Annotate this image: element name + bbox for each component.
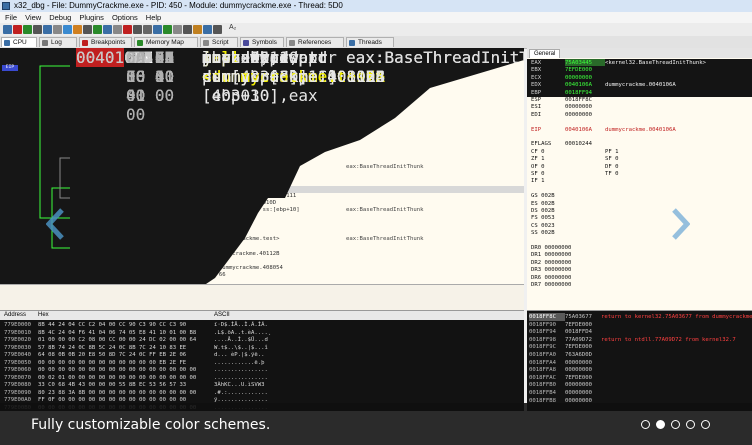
toolbar-button-icon[interactable] xyxy=(173,25,182,34)
toolbar-button-icon[interactable] xyxy=(133,25,142,34)
tab-icon xyxy=(349,40,355,46)
slide-dot[interactable] xyxy=(701,420,710,429)
registers-panel: General EAX 75A03445 <kernel32.BaseThreadI… xyxy=(527,48,752,411)
toolbar-button-icon[interactable] xyxy=(23,25,32,34)
register-note: <kernel32.BaseThreadInitThunk> xyxy=(605,60,707,66)
register-row[interactable]: DR7 00000000 xyxy=(531,281,605,289)
app-icon xyxy=(2,2,10,10)
toolbar-button-icon[interactable] xyxy=(93,25,102,34)
slide-dot[interactable] xyxy=(656,420,665,429)
tab-breakpoints[interactable]: Breakpoints xyxy=(79,37,132,47)
toolbar-button-icon[interactable] xyxy=(193,25,202,34)
toolbar-button-icon[interactable] xyxy=(13,25,22,34)
register-note: TF 0 xyxy=(605,171,619,177)
menu-options[interactable]: Options xyxy=(112,13,138,22)
register-name: DR7 00000000 xyxy=(531,282,572,288)
tab-label: Threads xyxy=(358,39,382,46)
toolbar-button-icon[interactable] xyxy=(163,25,172,34)
disasm-comment: eax:BaseThreadInitThunk xyxy=(346,48,568,67)
tab-symbols[interactable]: Symbols xyxy=(240,37,284,47)
toolbar-button-icon[interactable] xyxy=(83,25,92,34)
next-slide-icon[interactable] xyxy=(672,208,690,240)
toolbar-button-icon[interactable] xyxy=(33,25,42,34)
tab-icon xyxy=(203,40,209,46)
dump-header-hex: Hex xyxy=(38,312,49,318)
register-note: dummycrackme.0040106A xyxy=(605,126,676,133)
toolbar-button-icon[interactable] xyxy=(213,25,222,34)
toolbar-button-icon[interactable] xyxy=(43,25,52,34)
caption-bar: Fully customizable color schemes. xyxy=(0,403,752,445)
register-note: SF 0 xyxy=(605,156,619,163)
disasm-instruction: push 66 xyxy=(202,48,270,67)
dump-header-address: Address xyxy=(4,312,27,318)
menu-view[interactable]: View xyxy=(25,13,41,22)
tab-label: Log xyxy=(51,39,62,46)
window-title: x32_dbg - File: DummyCrackme.exe - PID: … xyxy=(14,1,343,10)
tab-icon xyxy=(289,40,295,46)
toolbar-button-icon[interactable] xyxy=(203,25,212,34)
toolbar-button-icon[interactable] xyxy=(143,25,152,34)
toolbar-button-icon[interactable] xyxy=(63,25,72,34)
tab-script[interactable]: Script xyxy=(200,37,238,47)
toolbar-button-icon[interactable] xyxy=(103,25,112,34)
tab-references[interactable]: References xyxy=(286,37,344,47)
stack-comment: return to ntdll.77A09D72 from kernel32.7 xyxy=(601,336,736,343)
toolbar: A₂ xyxy=(0,23,752,37)
tab-icon xyxy=(4,40,10,46)
register-note: PF 1 xyxy=(605,148,619,155)
register-note: DF 0 xyxy=(605,163,619,170)
memory-dump-pane[interactable]: Address Hex ASCII 779E0000 8B 44 24 04 CC… xyxy=(0,310,524,411)
register-list[interactable]: EAX 75A03445 <kernel32.BaseThreadInitThunk… xyxy=(527,58,752,298)
toolbar-button-icon[interactable] xyxy=(3,25,12,34)
menu-plugins[interactable]: Plugins xyxy=(79,13,104,22)
menu-bar: File View Debug Plugins Options Help xyxy=(0,12,752,23)
tab-log[interactable]: Log xyxy=(39,37,77,47)
register-note: dummycrackme.0040106A xyxy=(605,82,676,89)
tab-icon xyxy=(42,40,48,46)
dump-header-ascii: ASCII xyxy=(214,312,230,318)
slide-dot[interactable] xyxy=(671,420,680,429)
tab-label: Breakpoints xyxy=(91,39,126,46)
info-bar xyxy=(0,284,524,311)
tab-label: CPU xyxy=(13,39,27,46)
slide-caption: Fully customizable color schemes. xyxy=(31,417,271,433)
tab-memory-map[interactable]: Memory Map xyxy=(134,37,198,47)
tab-label: References xyxy=(298,39,332,46)
menu-file[interactable]: File xyxy=(5,13,17,22)
stack-pane[interactable]: 0018FF8C 75A03677 return to kernel32.75A03… xyxy=(527,310,752,411)
stack-comment: return to kernel32.75A03677 from dummycr… xyxy=(601,314,752,320)
toolbar-button-icon[interactable] xyxy=(183,25,192,34)
menu-debug[interactable]: Debug xyxy=(49,13,71,22)
menu-help[interactable]: Help xyxy=(146,13,161,22)
toolbar-button-icon[interactable] xyxy=(53,25,62,34)
disasm-address: 004010D5 xyxy=(76,48,154,67)
slide-dot[interactable] xyxy=(641,420,650,429)
toolbar-button-icon[interactable] xyxy=(73,25,82,34)
disasm-bytes: 6A 66 xyxy=(126,48,175,67)
tab-icon xyxy=(82,40,88,46)
debugger-window: x32_dbg - File: DummyCrackme.exe - PID: … xyxy=(0,0,752,445)
tab-label: Script xyxy=(212,39,229,46)
slide-dot[interactable] xyxy=(686,420,695,429)
tab-label: Symbols xyxy=(252,39,277,46)
eip-marker: EIP xyxy=(2,65,18,71)
toolbar-button-icon[interactable] xyxy=(153,25,162,34)
jump-arrows-gutter xyxy=(0,48,74,284)
previous-slide-icon[interactable] xyxy=(46,208,64,240)
tab-icon xyxy=(137,40,143,46)
toolbar-button-icon[interactable] xyxy=(123,25,132,34)
toolbar-font-label[interactable]: A₂ xyxy=(229,24,236,31)
tab-cpu[interactable]: CPU xyxy=(1,37,37,47)
tab-threads[interactable]: Threads xyxy=(346,37,394,47)
toolbar-button-icon[interactable] xyxy=(113,25,122,34)
tab-icon xyxy=(243,40,249,46)
tab-label: Memory Map xyxy=(146,39,184,46)
